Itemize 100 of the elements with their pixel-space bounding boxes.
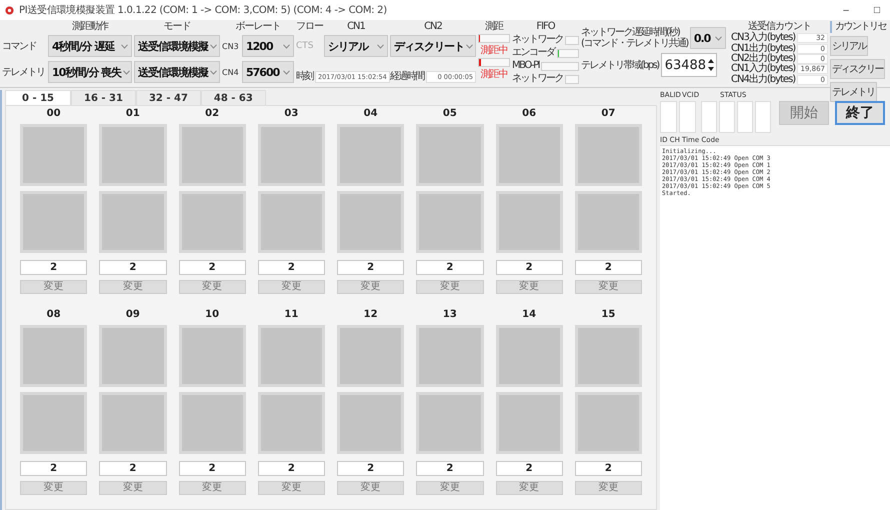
value-field[interactable]: 2	[337, 260, 404, 275]
tab[interactable]: 0 - 15	[5, 90, 71, 105]
channel-label: 12	[362, 308, 379, 320]
caret-icon	[466, 44, 473, 48]
channel-pad[interactable]	[178, 324, 246, 386]
channel-pad[interactable]	[99, 124, 166, 186]
channel-pad[interactable]	[337, 324, 404, 386]
channel-pad[interactable]	[258, 124, 325, 186]
value-field[interactable]: 2	[496, 460, 563, 476]
channel-label: 06	[521, 108, 538, 119]
fifo-label: エンコーダ	[512, 47, 554, 59]
tab[interactable]: 32 - 47	[136, 90, 201, 105]
row-label: テレメトリ	[2, 66, 46, 79]
value-field[interactable]: 2	[20, 260, 88, 275]
fifo-meter	[565, 74, 579, 84]
value-field[interactable]: 2	[20, 460, 88, 476]
channel-pad[interactable]	[20, 392, 88, 454]
caret-icon	[210, 44, 217, 48]
channel-pad[interactable]	[416, 191, 484, 253]
value-field[interactable]: 2	[178, 460, 246, 476]
mode-dropdown[interactable]: 送受信環境模擬	[134, 61, 220, 83]
caret-icon	[283, 44, 290, 48]
channel-pad[interactable]	[574, 124, 642, 186]
caret-icon	[714, 36, 722, 40]
channel-pad[interactable]	[337, 191, 404, 253]
channel-pad[interactable]	[178, 191, 246, 253]
channel-pad[interactable]	[496, 191, 563, 253]
reset-button[interactable]: テレメトリ	[830, 82, 876, 102]
baud-dropdown[interactable]: 57600	[242, 61, 294, 83]
elapsed-label: 経過時間	[390, 71, 424, 83]
caret-icon	[283, 70, 290, 74]
channel-pad[interactable]	[416, 392, 484, 454]
channel-pad[interactable]	[99, 191, 166, 253]
channel-pad[interactable]	[337, 124, 404, 186]
channel-pad[interactable]	[496, 324, 563, 386]
value-field[interactable]: 2	[416, 260, 484, 275]
channel-pad[interactable]	[574, 392, 642, 454]
value-field[interactable]: 2	[574, 260, 642, 275]
window-button[interactable]: □	[864, 4, 890, 16]
channel-pad[interactable]	[416, 124, 484, 186]
window-button[interactable]: –	[833, 4, 859, 16]
count-label: CN2出力(bytes)	[731, 54, 796, 64]
port-label: CN3	[222, 42, 240, 50]
value-field[interactable]: 2	[416, 460, 484, 476]
value-field[interactable]: 2	[99, 460, 166, 476]
reset-button[interactable]: シリアル	[830, 36, 868, 56]
channel-pad[interactable]	[258, 191, 325, 253]
baud-dropdown[interactable]: 1200	[242, 35, 294, 57]
ranging-status: 測距中	[480, 68, 508, 81]
value-field[interactable]: 2	[99, 260, 166, 275]
channel-pad[interactable]	[574, 324, 642, 386]
count-label: CN4出力(bytes)	[731, 74, 796, 85]
count-label: CN1出力(bytes)	[731, 44, 796, 54]
channel-label: 10	[204, 308, 220, 320]
stop-button[interactable]: 終了	[835, 101, 885, 125]
tab[interactable]: 16 - 31	[71, 90, 136, 105]
value-field[interactable]: 2	[258, 260, 325, 275]
fifo-meter	[541, 62, 579, 70]
channel-pad[interactable]	[20, 191, 88, 253]
column-header: モード	[162, 21, 192, 33]
row-label: コマンド	[2, 40, 37, 53]
channel-pad[interactable]	[258, 392, 325, 454]
channel-pad[interactable]	[178, 392, 246, 454]
column-header: CN1	[346, 21, 366, 33]
channel-pad[interactable]	[496, 124, 563, 186]
column-header: 測距	[485, 21, 503, 33]
value-field[interactable]: 2	[574, 460, 642, 476]
channel-label: 11	[283, 308, 300, 320]
bandwidth-spinner[interactable]: 63488	[660, 53, 718, 77]
ranging-status: 測距中	[480, 44, 508, 57]
action-dropdown[interactable]: 10秒間/分 喪失	[48, 61, 132, 83]
cn2-dropdown[interactable]: ディスクリート	[390, 35, 476, 57]
channel-label: 05	[442, 108, 458, 119]
cn1-dropdown[interactable]: シリアル	[324, 35, 388, 57]
bandwidth-label: テレメトリ帯域(bps)	[581, 60, 659, 70]
channel-pad[interactable]	[496, 392, 563, 454]
channel-pad[interactable]	[20, 324, 88, 386]
channel-label: 03	[283, 108, 300, 119]
channel-pad[interactable]	[416, 324, 484, 386]
channel-pad[interactable]	[20, 124, 88, 186]
fifo-label: ネットワーク	[512, 34, 563, 46]
delay-dropdown[interactable]: 0.0	[690, 27, 726, 49]
channel-pad[interactable]	[337, 392, 404, 454]
channel-label: 15	[600, 308, 616, 320]
id-box	[679, 101, 696, 133]
mode-dropdown[interactable]: 送受信環境模擬	[134, 35, 220, 57]
channel-pad[interactable]	[99, 324, 166, 386]
action-dropdown[interactable]: 4秒間/分 遅延	[48, 35, 132, 57]
value-field[interactable]: 2	[337, 460, 404, 476]
channel-pad[interactable]	[178, 124, 246, 186]
reset-button[interactable]: ディスクリー	[830, 59, 885, 79]
tab[interactable]: 48 - 63	[200, 90, 266, 105]
fifo-meter	[556, 48, 579, 58]
channel-pad[interactable]	[574, 191, 642, 253]
time-label: 時刻	[296, 71, 313, 83]
value-field[interactable]: 2	[258, 460, 325, 476]
channel-pad[interactable]	[258, 324, 325, 386]
value-field[interactable]: 2	[496, 260, 563, 275]
value-field[interactable]: 2	[178, 260, 246, 275]
channel-pad[interactable]	[99, 392, 166, 454]
